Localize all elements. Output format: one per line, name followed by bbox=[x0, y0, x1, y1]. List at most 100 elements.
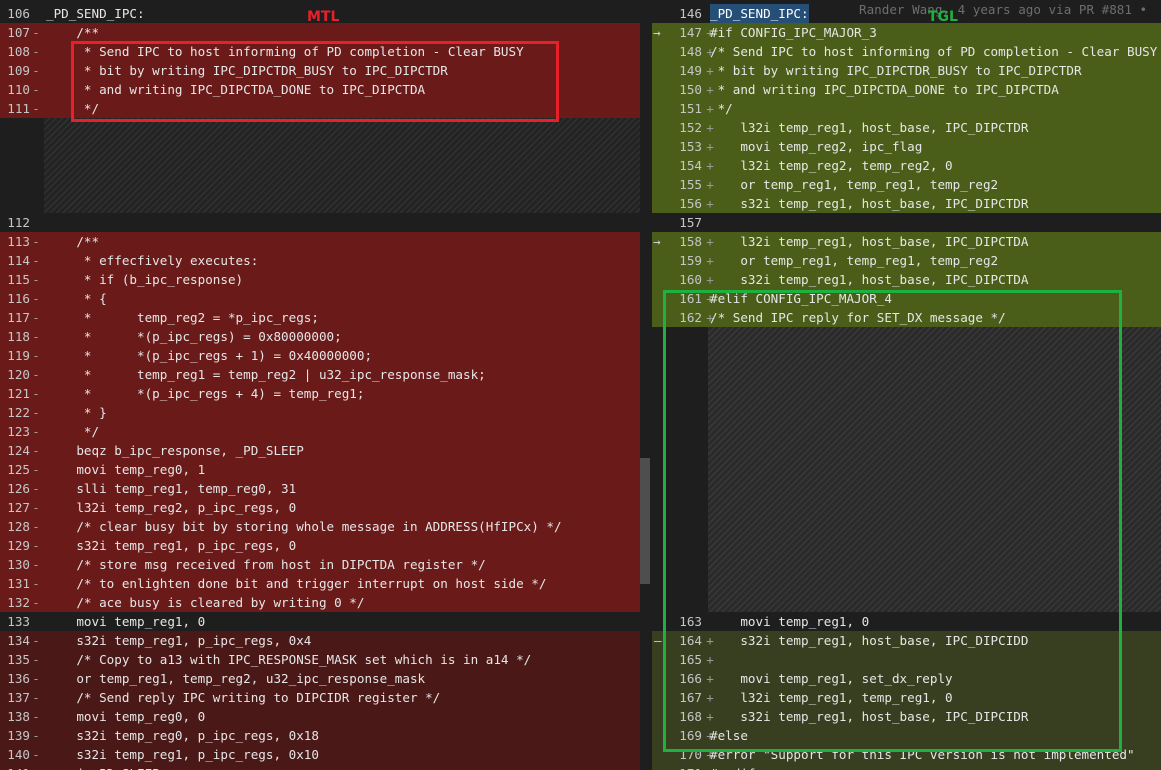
diff-line[interactable]: 130- /* store msg received from host in … bbox=[0, 555, 640, 574]
code-text[interactable]: j _PD_SLEEP bbox=[46, 764, 159, 770]
code-text[interactable]: or temp_reg1, temp_reg2, u32_ipc_respons… bbox=[46, 669, 425, 688]
code-text[interactable]: /* Send reply IPC writing to DIPCIDR reg… bbox=[46, 688, 440, 707]
diff-line[interactable]: 125- movi temp_reg0, 1 bbox=[0, 460, 640, 479]
diff-line[interactable]: 157 bbox=[652, 213, 1161, 232]
code-text[interactable]: movi temp_reg0, 1 bbox=[46, 460, 205, 479]
modified-file-pane[interactable]: 146 _PD_SEND_IPC: 147 → + #if CONFIG_IPC_MAJO… bbox=[652, 0, 1161, 770]
diff-line[interactable]: 109- * bit by writing IPC_DIPCTDR_BUSY t… bbox=[0, 61, 640, 80]
diff-line[interactable]: 163 movi temp_reg1, 0 bbox=[652, 612, 1161, 631]
code-text[interactable]: #else bbox=[710, 726, 748, 745]
code-text[interactable]: _PD_SEND_IPC: bbox=[710, 4, 809, 23]
code-text[interactable]: * bit by writing IPC_DIPCTDR_BUSY to IPC… bbox=[46, 61, 448, 80]
diff-line[interactable]: 116- * { bbox=[0, 289, 640, 308]
code-text[interactable]: movi temp_reg2, ipc_flag bbox=[710, 137, 922, 156]
diff-line[interactable]: 169 + #else bbox=[652, 726, 1161, 745]
code-text[interactable]: * *(p_ipc_regs + 4) = temp_reg1; bbox=[46, 384, 365, 403]
code-text[interactable]: or temp_reg1, temp_reg1, temp_reg2 bbox=[710, 175, 998, 194]
diff-line[interactable]: 119- * *(p_ipc_regs + 1) = 0x40000000; bbox=[0, 346, 640, 365]
diff-line[interactable]: 156 + s32i temp_reg1, host_base, IPC_DIPC… bbox=[652, 194, 1161, 213]
code-text[interactable]: l32i temp_reg1, host_base, IPC_DIPCTDA bbox=[710, 232, 1028, 251]
code-text[interactable]: * { bbox=[46, 289, 107, 308]
code-text[interactable]: #error "Support for this IPC version is … bbox=[710, 745, 1135, 764]
diff-line[interactable]: 135- /* Copy to a13 with IPC_RESPONSE_MA… bbox=[0, 650, 640, 669]
diff-line[interactable]: 165 + bbox=[652, 650, 1161, 669]
code-text[interactable]: /* to enlighten done bit and trigger int… bbox=[46, 574, 546, 593]
code-text[interactable]: s32i temp_reg1, host_base, IPC_DIPCTDR bbox=[710, 194, 1028, 213]
code-text[interactable]: movi temp_reg1, 0 bbox=[710, 612, 869, 631]
revert-arrow-icon[interactable]: – bbox=[654, 631, 662, 650]
code-text[interactable]: /* Send IPC reply for SET_DX message */ bbox=[710, 308, 1006, 327]
diff-line[interactable]: 164– + s32i temp_reg1, host_base, IPC_DIP… bbox=[652, 631, 1161, 650]
code-text[interactable]: * and writing IPC_DIPCTDA_DONE to IPC_DI… bbox=[46, 80, 425, 99]
diff-line[interactable]: 137- /* Send reply IPC writing to DIPCID… bbox=[0, 688, 640, 707]
diff-line[interactable]: 153 + movi temp_reg2, ipc_flag bbox=[652, 137, 1161, 156]
diff-line[interactable]: 136- or temp_reg1, temp_reg2, u32_ipc_re… bbox=[0, 669, 640, 688]
diff-line[interactable]: 127- l32i temp_reg2, p_ipc_regs, 0 bbox=[0, 498, 640, 517]
code-text[interactable]: s32i temp_reg1, p_ipc_regs, 0x10 bbox=[46, 745, 319, 764]
code-text[interactable]: * } bbox=[46, 403, 107, 422]
code-text[interactable]: movi temp_reg1, set_dx_reply bbox=[710, 669, 952, 688]
code-text[interactable]: * *(p_ipc_regs + 1) = 0x40000000; bbox=[46, 346, 372, 365]
diff-line[interactable]: 167 + l32i temp_reg1, temp_reg1, 0 bbox=[652, 688, 1161, 707]
diff-line[interactable]: 117- * temp_reg2 = *p_ipc_regs; bbox=[0, 308, 640, 327]
diff-line[interactable]: 162 +/* Send IPC reply for SET_DX message… bbox=[652, 308, 1161, 327]
diff-line[interactable]: 171+#endif bbox=[652, 764, 1161, 770]
diff-line[interactable]: 113- /** bbox=[0, 232, 640, 251]
diff-line[interactable]: 111- */ bbox=[0, 99, 640, 118]
diff-line[interactable]: 160 + s32i temp_reg1, host_base, IPC_DIPC… bbox=[652, 270, 1161, 289]
diff-scrollbar[interactable] bbox=[640, 0, 652, 770]
diff-line[interactable]: 140- s32i temp_reg1, p_ipc_regs, 0x10 bbox=[0, 745, 640, 764]
diff-line[interactable]: 121- * *(p_ipc_regs + 4) = temp_reg1; bbox=[0, 384, 640, 403]
diff-line[interactable]: 152 + l32i temp_reg1, host_base, IPC_DIPC… bbox=[652, 118, 1161, 137]
code-text[interactable]: /* Copy to a13 with IPC_RESPONSE_MASK se… bbox=[46, 650, 531, 669]
diff-line[interactable]: 154 + l32i temp_reg2, temp_reg2, 0 bbox=[652, 156, 1161, 175]
code-text[interactable]: #elif CONFIG_IPC_MAJOR_4 bbox=[710, 289, 892, 308]
diff-line[interactable]: 114- * effecfively executes: bbox=[0, 251, 640, 270]
code-text[interactable]: /* clear busy bit by storing whole messa… bbox=[46, 517, 561, 536]
code-text[interactable]: l32i temp_reg2, temp_reg2, 0 bbox=[710, 156, 952, 175]
diff-line[interactable]: 132- /* ace busy is cleared by writing 0… bbox=[0, 593, 640, 612]
code-text[interactable]: */ bbox=[46, 99, 99, 118]
code-text[interactable]: #endif bbox=[710, 764, 756, 770]
diff-line[interactable]: 150 + * and writing IPC_DIPCTDA_DONE to I… bbox=[652, 80, 1161, 99]
diff-line[interactable]: 161 + #elif CONFIG_IPC_MAJOR_4 bbox=[652, 289, 1161, 308]
diff-line[interactable]: 129- s32i temp_reg1, p_ipc_regs, 0 bbox=[0, 536, 640, 555]
diff-line[interactable]: 147 → + #if CONFIG_IPC_MAJOR_3 bbox=[652, 23, 1161, 42]
code-text[interactable]: s32i temp_reg1, p_ipc_regs, 0 bbox=[46, 536, 296, 555]
code-text[interactable]: #if CONFIG_IPC_MAJOR_3 bbox=[710, 23, 877, 42]
diff-line[interactable]: 126- slli temp_reg1, temp_reg0, 31 bbox=[0, 479, 640, 498]
diff-line[interactable]: 124- beqz b_ipc_response, _PD_SLEEP bbox=[0, 441, 640, 460]
code-text[interactable]: /* store msg received from host in DIPCT… bbox=[46, 555, 485, 574]
diff-line[interactable]: 149 + * bit by writing IPC_DIPCTDR_BUSY t… bbox=[652, 61, 1161, 80]
code-text[interactable]: /* ace busy is cleared by writing 0 */ bbox=[46, 593, 364, 612]
diff-line[interactable]: 120- * temp_reg1 = temp_reg2 | u32_ipc_r… bbox=[0, 365, 640, 384]
code-text[interactable]: * temp_reg2 = *p_ipc_regs; bbox=[46, 308, 319, 327]
revert-arrow-icon[interactable]: → bbox=[653, 23, 661, 42]
diff-line[interactable]: 139- s32i temp_reg0, p_ipc_regs, 0x18 bbox=[0, 726, 640, 745]
code-text[interactable]: l32i temp_reg2, p_ipc_regs, 0 bbox=[46, 498, 296, 517]
code-text[interactable]: */ bbox=[710, 99, 733, 118]
diff-line[interactable]: 166 + movi temp_reg1, set_dx_reply bbox=[652, 669, 1161, 688]
diff-line[interactable]: 123- */ bbox=[0, 422, 640, 441]
code-text[interactable]: l32i temp_reg1, temp_reg1, 0 bbox=[710, 688, 952, 707]
code-text[interactable]: * bit by writing IPC_DIPCTDR_BUSY to IPC… bbox=[710, 61, 1082, 80]
code-text[interactable]: * if (b_ipc_response) bbox=[46, 270, 243, 289]
diff-line[interactable]: 133 movi temp_reg1, 0 bbox=[0, 612, 640, 631]
diff-line[interactable]: 170 + #error "Support for this IPC version… bbox=[652, 745, 1161, 764]
diff-line[interactable]: 122- * } bbox=[0, 403, 640, 422]
diff-line[interactable]: 131- /* to enlighten done bit and trigge… bbox=[0, 574, 640, 593]
code-text[interactable]: * *(p_ipc_regs) = 0x80000000; bbox=[46, 327, 342, 346]
diff-line[interactable]: 110- * and writing IPC_DIPCTDA_DONE to I… bbox=[0, 80, 640, 99]
diff-line[interactable]: 134- s32i temp_reg1, p_ipc_regs, 0x4 bbox=[0, 631, 640, 650]
diff-line[interactable]: 141- j _PD_SLEEP bbox=[0, 764, 640, 770]
diff-line[interactable]: 112 bbox=[0, 213, 640, 232]
diff-line[interactable]: 155 + or temp_reg1, temp_reg1, temp_reg2 bbox=[652, 175, 1161, 194]
diff-line[interactable]: 108- * Send IPC to host informing of PD … bbox=[0, 42, 640, 61]
code-text[interactable]: l32i temp_reg1, host_base, IPC_DIPCTDR bbox=[710, 118, 1028, 137]
code-text[interactable]: s32i temp_reg1, p_ipc_regs, 0x4 bbox=[46, 631, 311, 650]
code-text[interactable]: slli temp_reg1, temp_reg0, 31 bbox=[46, 479, 296, 498]
diff-line[interactable]: 118- * *(p_ipc_regs) = 0x80000000; bbox=[0, 327, 640, 346]
code-text[interactable]: * Send IPC to host informing of PD compl… bbox=[46, 42, 524, 61]
diff-line[interactable]: 128- /* clear busy bit by storing whole … bbox=[0, 517, 640, 536]
diff-line[interactable]: 151 + */ bbox=[652, 99, 1161, 118]
